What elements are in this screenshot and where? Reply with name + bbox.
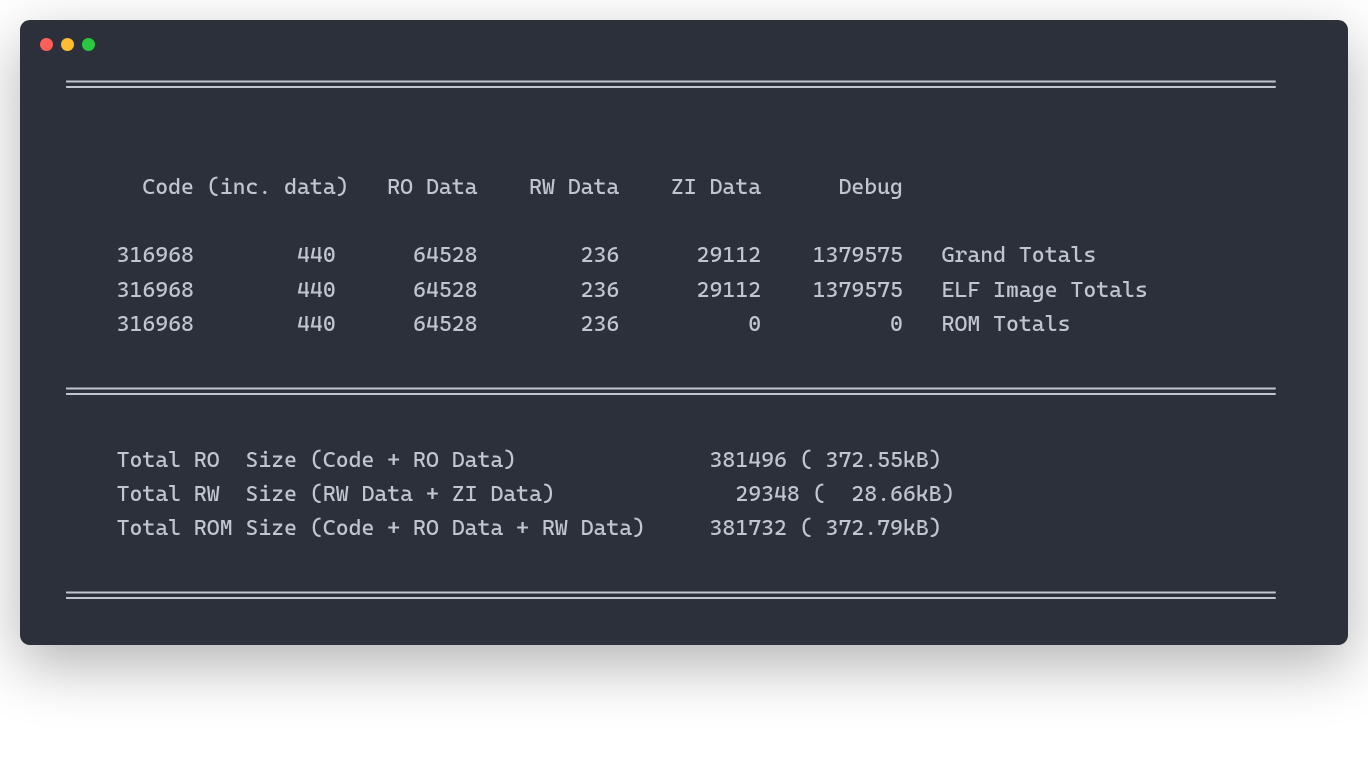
total-bytes: 29348 <box>735 482 799 507</box>
divider: ========================================… <box>65 380 1277 405</box>
total-line: Total RW Size (RW Data + ZI Data) 29348 … <box>65 482 954 507</box>
close-icon[interactable] <box>40 38 53 51</box>
row-label: ROM Totals <box>942 312 1071 337</box>
total-label: Total RO Size (Code + RO Data) <box>117 448 517 473</box>
total-pretty: ( 372.55kB) <box>800 448 942 473</box>
window-titlebar <box>20 20 1348 59</box>
table-row: 316968 440 64528 236 0 0 ROM Totals <box>65 312 1070 337</box>
table-row: 316968 440 64528 236 29112 1379575 ELF I… <box>65 278 1148 303</box>
total-line: Total ROM Size (Code + RO Data + RW Data… <box>65 516 942 541</box>
divider: ========================================… <box>65 584 1277 609</box>
total-line: Total RO Size (Code + RO Data) 381496 ( … <box>65 448 942 473</box>
total-bytes: 381732 <box>710 516 787 541</box>
total-pretty: ( 372.79kB) <box>800 516 942 541</box>
terminal-content: ========================================… <box>20 59 1348 615</box>
header-ro: RO Data <box>387 175 477 200</box>
total-pretty: ( 28.66kB) <box>813 482 955 507</box>
header-rw: RW Data <box>529 175 619 200</box>
table-header-row: Code (inc. data) RO Data RW Data ZI Data… <box>65 175 942 200</box>
terminal-window: ========================================… <box>20 20 1348 645</box>
divider: ========================================… <box>65 73 1277 98</box>
total-bytes: 381496 <box>710 448 787 473</box>
maximize-icon[interactable] <box>82 38 95 51</box>
minimize-icon[interactable] <box>61 38 74 51</box>
row-label: ELF Image Totals <box>942 278 1148 303</box>
header-debug: Debug <box>838 175 902 200</box>
header-zi: ZI Data <box>671 175 761 200</box>
total-label: Total ROM Size (Code + RO Data + RW Data… <box>117 516 646 541</box>
table-row: 316968 440 64528 236 29112 1379575 Grand… <box>65 243 1096 268</box>
total-label: Total RW Size (RW Data + ZI Data) <box>117 482 555 507</box>
header-code: Code (inc. data) <box>142 175 348 200</box>
row-label: Grand Totals <box>942 243 1097 268</box>
